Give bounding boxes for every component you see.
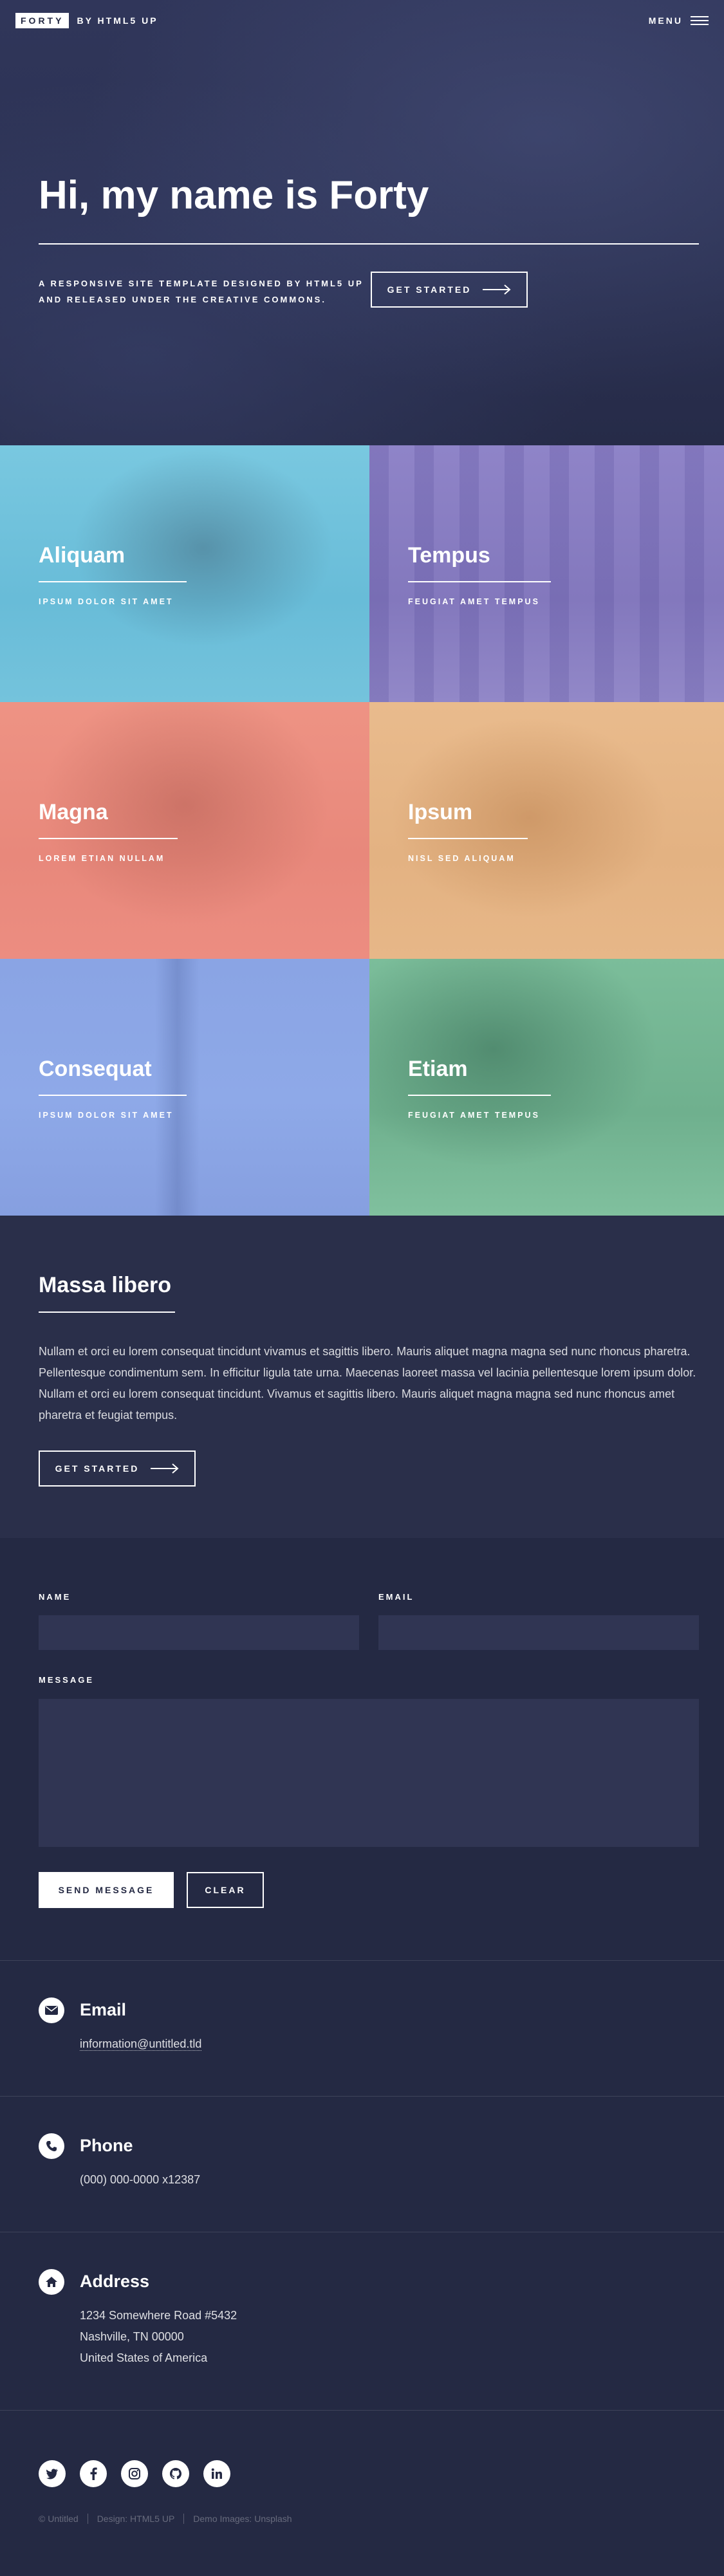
banner-title: Hi, my name is Forty [39,173,429,218]
copyright-separator [183,2514,185,2524]
tile-subtitle: IPSUM DOLOR SIT AMET [39,1111,174,1120]
contact-form: NAME EMAIL MESSAGE SEND MESSAGE CLEAR [0,1538,724,1960]
home-icon [39,2269,64,2295]
section-divider [0,2410,724,2411]
tile-title: Magna [39,800,108,824]
banner-subtitle: A RESPONSIVE SITE TEMPLATE DESIGNED BY H… [39,275,364,308]
email-input[interactable] [378,1615,699,1650]
address-title: Address [80,2272,150,2291]
tile-image [369,959,724,1216]
banner-divider [39,243,699,245]
tile-divider [39,1095,187,1096]
tile-divider [408,838,528,839]
tile-image [369,702,724,959]
phone-icon [39,2133,64,2159]
email-value: information@untitled.tld [80,2034,202,2055]
tile-image [0,445,369,702]
copyright-owner: © Untitled [39,2514,79,2524]
banner: Hi, my name is Forty A RESPONSIVE SITE T… [0,0,724,445]
social-links [39,2460,230,2487]
menu-button[interactable]: MENU [649,15,709,26]
intro-get-started-label: GET STARTED [55,1463,140,1474]
intro-get-started-button[interactable]: GET STARTED [39,1450,196,1487]
tile-ipsum[interactable]: Ipsum NISL SED ALIQUAM [369,702,724,959]
arrow-right-icon [483,284,511,295]
tile-image [369,445,724,702]
email-link[interactable]: information@untitled.tld [80,2037,202,2051]
tile-divider [39,581,187,582]
banner-subtitle-line-2: AND RELEASED UNDER THE CREATIVE COMMONS. [39,295,326,304]
tile-divider [408,1095,551,1096]
site-header: FORTY BY HTML5 UP MENU [0,0,724,41]
send-message-button[interactable]: SEND MESSAGE [39,1872,174,1908]
tile-divider [39,838,178,839]
envelope-icon [39,1997,64,2023]
address-line-2: Nashville, TN 00000 [80,2330,184,2343]
banner-subtitle-line-1: A RESPONSIVE SITE TEMPLATE DESIGNED BY H… [39,279,364,288]
tile-consequat[interactable]: Consequat IPSUM DOLOR SIT AMET [0,959,369,1216]
hamburger-icon [691,16,709,25]
facebook-icon[interactable] [80,2460,107,2487]
arrow-right-icon [151,1463,179,1474]
tile-title: Tempus [408,543,490,568]
tile-title: Etiam [408,1057,468,1081]
name-label: NAME [39,1592,71,1602]
tile-tempus[interactable]: Tempus FEUGIAT AMET TEMPUS [369,445,724,702]
name-input[interactable] [39,1615,359,1650]
tile-magna[interactable]: Magna LOREM ETIAN NULLAM [0,702,369,959]
tile-title: Ipsum [408,800,473,824]
menu-label: MENU [648,15,683,26]
twitter-icon[interactable] [39,2460,66,2487]
tile-subtitle: FEUGIAT AMET TEMPUS [408,1111,540,1120]
copyright-images: Demo Images: Unsplash [193,2514,292,2524]
email-label: EMAIL [378,1592,414,1602]
message-label: MESSAGE [39,1675,95,1685]
clear-button[interactable]: CLEAR [187,1872,264,1908]
tile-subtitle: IPSUM DOLOR SIT AMET [39,597,174,606]
intro-title: Massa libero [39,1273,171,1297]
tile-subtitle: NISL SED ALIQUAM [408,854,515,863]
intro-text: Nullam et orci eu lorem consequat tincid… [39,1345,696,1422]
tile-title: Consequat [39,1057,152,1081]
section-divider [0,1960,724,1961]
address-line-3: United States of America [80,2351,208,2364]
site-logo[interactable]: FORTY BY HTML5 UP [15,13,158,28]
get-started-button[interactable]: GET STARTED [371,272,528,308]
linkedin-icon[interactable] [203,2460,230,2487]
tile-title: Aliquam [39,543,125,568]
instagram-icon[interactable] [121,2460,148,2487]
tile-image [0,702,369,959]
get-started-label: GET STARTED [387,284,472,295]
logo-box: FORTY [15,13,70,28]
intro-section: Massa libero Nullam et orci eu lorem con… [0,1216,724,1538]
tile-etiam[interactable]: Etiam FEUGIAT AMET TEMPUS [369,959,724,1216]
section-divider [0,2096,724,2097]
address-value: 1234 Somewhere Road #5432 Nashville, TN … [80,2305,237,2369]
message-textarea[interactable] [39,1699,699,1847]
address-line-1: 1234 Somewhere Road #5432 [80,2309,237,2322]
tile-divider [408,581,551,582]
tiles-grid: Aliquam IPSUM DOLOR SIT AMET Tempus FEUG… [0,445,724,1216]
tile-subtitle: FEUGIAT AMET TEMPUS [408,597,540,606]
tile-image [0,959,369,1216]
email-title: Email [80,2000,127,2019]
phone-value: (000) 000-0000 x12387 [80,2173,201,2186]
tile-subtitle: LOREM ETIAN NULLAM [39,854,165,863]
copyright-design: Design: HTML5 UP [97,2514,175,2524]
copyright: © Untitled Design: HTML5 UP Demo Images:… [39,2514,292,2524]
phone-title: Phone [80,2136,133,2155]
logo-byline: BY HTML5 UP [77,15,158,26]
github-icon[interactable] [162,2460,189,2487]
tile-aliquam[interactable]: Aliquam IPSUM DOLOR SIT AMET [0,445,369,702]
intro-divider [39,1311,175,1313]
